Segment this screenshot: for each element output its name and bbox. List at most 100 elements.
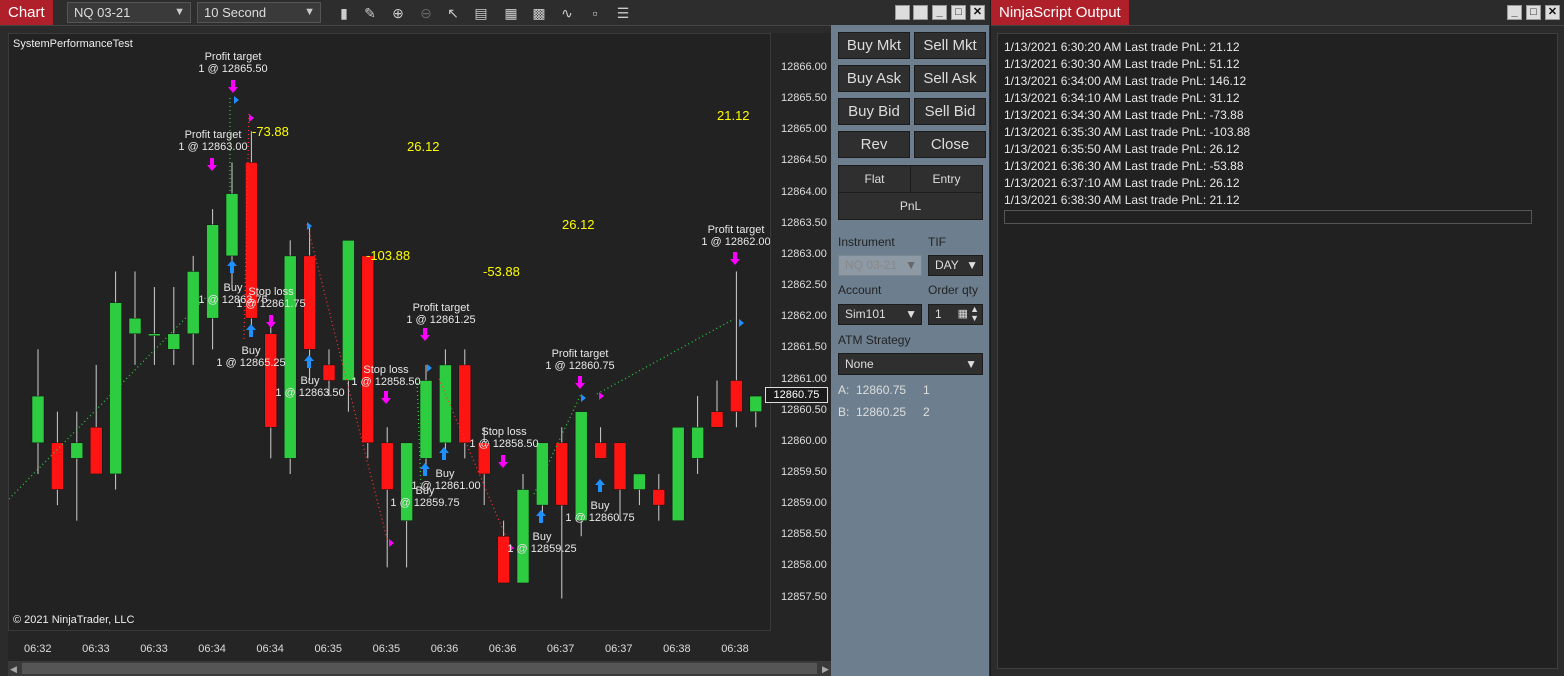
candle-body xyxy=(749,395,763,412)
execution-triangle xyxy=(739,319,744,327)
entry-indicator: Entry xyxy=(910,165,983,193)
sell-mkt-button[interactable]: Sell Mkt xyxy=(914,32,986,59)
trade-label: 1 @ 12858.50 xyxy=(351,376,420,388)
chart-plot-area[interactable]: -73.88 26.12 -103.88 -53.88 26.12 21.12 Profi… xyxy=(8,33,771,631)
scroll-left-icon[interactable]: ◀ xyxy=(10,664,17,675)
time-axis[interactable]: 06:32 06:33 06:33 06:34 06:34 06:35 06:35 06:36… xyxy=(8,631,831,661)
trade-label: Profit target xyxy=(552,348,609,360)
chart-trader-panel: Buy Mkt Sell Mkt Buy Ask Sell Ask Buy Bi… xyxy=(831,25,989,676)
window-tile-icon[interactable] xyxy=(913,5,928,20)
close-icon[interactable]: ✕ xyxy=(970,5,985,20)
bid-price: 12860.25 xyxy=(856,405,907,419)
atm-strategy-select[interactable]: None ▼ xyxy=(838,353,983,375)
candle-body xyxy=(148,333,161,337)
close-icon[interactable]: ✕ xyxy=(1545,5,1560,20)
instrument-selector[interactable]: NQ 03-21 ▼ xyxy=(67,2,191,23)
buy-ask-button[interactable]: Buy Ask xyxy=(838,65,910,92)
output-line: 1/13/2021 6:34:10 AM Last trade PnL: 31.… xyxy=(1004,91,1240,105)
trade-label: Buy xyxy=(242,345,261,357)
stepper-arrows-icon[interactable]: ▲ ▼ xyxy=(970,305,979,323)
candle-body xyxy=(574,411,588,521)
exit-marker xyxy=(498,455,508,468)
output-line: 1/13/2021 6:36:30 AM Last trade PnL: -53… xyxy=(1004,159,1244,173)
buy-mkt-button[interactable]: Buy Mkt xyxy=(838,32,910,59)
trade-label: 1 @ 12861.75 xyxy=(236,298,305,310)
reverse-button[interactable]: Rev xyxy=(838,131,910,158)
time-tick-label: 06:34 xyxy=(198,643,226,655)
chart-title-tab[interactable]: Chart xyxy=(0,0,53,25)
price-axis[interactable]: 12866.00 12865.50 12865.00 12864.50 12864.00… xyxy=(771,33,831,631)
copyright-label: © 2021 NinjaTrader, LLC xyxy=(13,614,135,626)
buy-entry-marker xyxy=(246,324,256,337)
time-tick-label: 06:35 xyxy=(372,643,401,655)
sell-ask-button[interactable]: Sell Ask xyxy=(914,65,986,92)
data-box-icon[interactable]: ▦ xyxy=(502,4,520,22)
sell-bid-button[interactable]: Sell Bid xyxy=(914,98,986,125)
interval-selector[interactable]: 10 Second ▼ xyxy=(197,2,321,23)
price-tick-label: 12858.50 xyxy=(781,528,827,541)
candle-body xyxy=(70,442,84,459)
output-line: 1/13/2021 6:35:30 AM Last trade PnL: -10… xyxy=(1004,125,1251,139)
price-tick-label: 12861.00 xyxy=(781,372,827,385)
chevron-down-icon: ▼ xyxy=(304,6,315,18)
trade-label: 1 @ 12865.50 xyxy=(198,63,267,75)
trade-label: Stop loss xyxy=(248,286,294,298)
buy-bid-button[interactable]: Buy Bid xyxy=(838,98,910,125)
pencil-icon[interactable]: ✎ xyxy=(361,4,379,22)
output-line: 1/13/2021 6:30:30 AM Last trade PnL: 51.… xyxy=(1004,57,1240,71)
instrument-select[interactable]: NQ 03-21 ▼ xyxy=(838,255,922,276)
trade-label: Stop loss xyxy=(481,426,527,438)
bar-chart-icon[interactable]: ▮ xyxy=(335,4,353,22)
order-qty-label: Order qty xyxy=(928,283,979,297)
exit-marker xyxy=(207,158,217,171)
chart-window: Chart NQ 03-21 ▼ 10 Second ▼ ▮ ✎ ⊕ ⊖ ↖ ▤… xyxy=(0,0,990,676)
scroll-thumb[interactable] xyxy=(22,663,817,674)
trade-label: 1 @ 12859.75 xyxy=(390,497,459,509)
output-text-area[interactable]: 1/13/2021 6:30:20 AM Last trade PnL: 21.… xyxy=(997,33,1558,669)
candle-body xyxy=(536,442,549,506)
time-tick-label: 06:34 xyxy=(256,643,284,655)
tif-select-value: DAY xyxy=(935,258,959,272)
trade-pnl-label: -103.88 xyxy=(366,248,410,263)
title-divider xyxy=(991,25,1564,26)
time-tick-label: 06:36 xyxy=(430,643,459,655)
chevron-down-icon: ▼ xyxy=(965,357,977,371)
bid-size: 2 xyxy=(923,405,930,419)
maximize-icon[interactable]: □ xyxy=(951,5,966,20)
candle-body xyxy=(128,317,142,335)
atm-strategy-value: None xyxy=(845,357,874,371)
window-tile-icon[interactable] xyxy=(895,5,910,20)
interval-selector-value: 10 Second xyxy=(204,5,267,20)
scroll-right-icon[interactable]: ▶ xyxy=(822,664,829,675)
trade-pnl-label: 26.12 xyxy=(407,139,440,154)
price-tick-label: 12864.50 xyxy=(781,154,827,167)
account-select[interactable]: Sim101 ▼ xyxy=(838,304,922,325)
maximize-icon[interactable]: □ xyxy=(1526,5,1541,20)
price-tick-label: 12863.00 xyxy=(781,247,827,260)
minimize-icon[interactable]: _ xyxy=(932,5,947,20)
strategies-icon[interactable]: ▩ xyxy=(530,4,548,22)
indicators-icon[interactable]: ∿ xyxy=(558,4,576,22)
minimize-icon[interactable]: _ xyxy=(1507,5,1522,20)
order-qty-stepper[interactable]: 1 ▦ ▲ ▼ xyxy=(928,304,983,325)
time-tick-label: 06:32 xyxy=(24,643,52,655)
buy-entry-marker xyxy=(420,463,430,476)
instrument-selector-value: NQ 03-21 xyxy=(74,5,131,20)
zoom-out-icon[interactable]: ⊖ xyxy=(417,4,435,22)
templates-icon[interactable]: ▫ xyxy=(586,4,604,22)
flat-indicator: Flat xyxy=(838,165,911,193)
trade-label: Profit target xyxy=(708,224,765,236)
trade-label: Buy xyxy=(301,375,320,387)
candle-body xyxy=(31,395,45,444)
tif-select[interactable]: DAY ▼ xyxy=(928,255,983,276)
candle-body xyxy=(380,442,394,490)
zoom-in-icon[interactable]: ⊕ xyxy=(389,4,407,22)
horizontal-scrollbar[interactable]: ◀ ▶ xyxy=(8,661,831,676)
properties-icon[interactable]: ▤ xyxy=(472,4,490,22)
calculator-icon[interactable]: ▦ xyxy=(958,305,968,324)
output-input-line[interactable] xyxy=(1004,210,1532,224)
pointer-icon[interactable]: ↖ xyxy=(444,4,462,22)
output-title-tab[interactable]: NinjaScript Output xyxy=(991,0,1129,25)
close-position-button[interactable]: Close xyxy=(914,131,986,158)
menu-icon[interactable]: ☰ xyxy=(614,4,632,22)
